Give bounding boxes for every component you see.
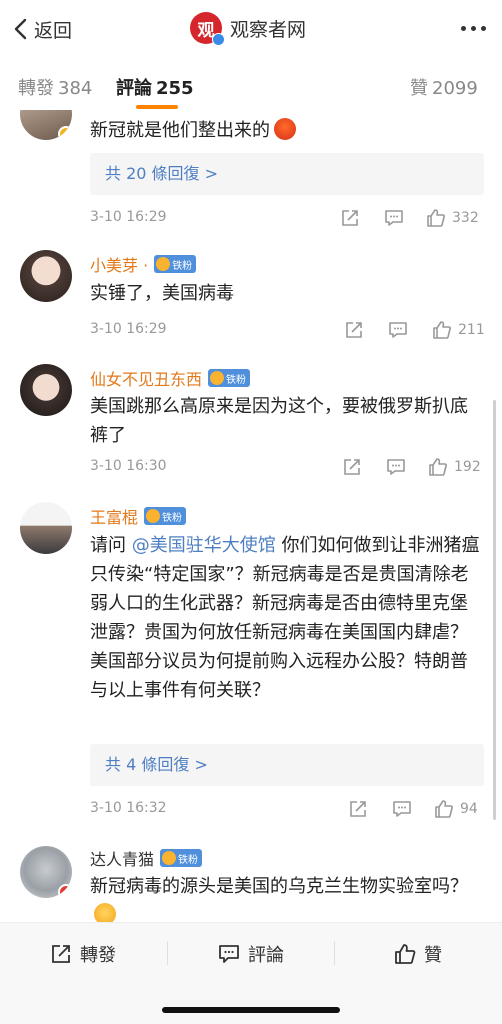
comment-author[interactable]: 王富棍 铁粉 [90,504,187,528]
tab-comments[interactable]: 評論 255 [116,74,194,100]
more-options-icon[interactable] [461,26,486,31]
divider [334,941,335,965]
comment-author[interactable]: 达人青猫 铁粉 [90,846,203,870]
thumbs-up-icon [429,458,447,476]
brand-logo: 观 [190,12,225,46]
avatar[interactable] [20,110,72,140]
share-icon[interactable] [340,207,360,229]
share-icon[interactable] [348,798,368,820]
avatar[interactable] [20,846,72,898]
back-label: 返回 [34,19,73,42]
avatar[interactable] [20,502,72,554]
tab-reposts[interactable]: 轉發 384 [18,74,92,100]
fan-badge: 铁粉 [160,849,203,867]
bottom-action-bar: 轉發 評論 贊 [0,922,502,1024]
vip-badge-icon [58,126,72,140]
top-nav-bar: 返回 观 观察者网 [0,0,502,60]
heart-icon [210,371,225,385]
heart-icon [146,509,161,523]
comment-meta: 3-10 16:32 94 [90,798,484,820]
avatar[interactable] [20,250,72,302]
comment-icon[interactable] [386,456,406,478]
repost-button[interactable]: 轉發 [50,941,116,967]
comment-text: 美国跳那么高原来是因为这个，要被俄罗斯扒底裤了 [90,396,468,446]
tab-likes[interactable]: 贊 2099 [410,74,478,100]
share-icon [52,945,70,963]
thumbs-up-icon [435,800,453,818]
verified-icon [212,33,225,46]
like-button[interactable]: 211 [432,319,485,341]
back-button[interactable]: 返回 [12,14,72,44]
thumbs-up-icon [427,209,445,227]
comment-text: 新冠病毒的源头是美国的乌克兰生物实验室吗？ [90,872,485,922]
thumbs-up-icon [433,321,451,339]
comment-meta: 3-10 16:29 332 [90,207,484,229]
tab-bar: 轉發 384 評論 255 贊 2099 [0,60,502,110]
comment-meta: 3-10 16:29 211 [90,319,485,341]
like-button[interactable]: 贊 [394,941,442,967]
divider [167,941,168,965]
avatar[interactable] [20,364,72,416]
scrollbar[interactable] [493,400,496,820]
comment-list[interactable]: 新冠就是他们整出来的 共 20 條回復 > 3-10 16:29 332 小美芽… [0,110,502,922]
comment-time: 3-10 16:30 [90,458,167,474]
comment-icon[interactable] [384,207,404,229]
comment-time: 3-10 16:29 [90,321,167,337]
share-icon[interactable] [342,456,362,478]
comment-meta: 3-10 16:30 192 [90,456,484,478]
account-header[interactable]: 观 观察者网 [190,12,307,46]
comment-icon [219,945,239,963]
comment-time: 3-10 16:29 [90,209,167,225]
like-button[interactable]: 94 [434,798,478,820]
like-button[interactable]: 332 [426,207,479,229]
angry-emoji-icon [274,118,296,140]
thumbs-up-icon [395,944,416,964]
fan-badge: 铁粉 [154,255,197,273]
comment-icon[interactable] [392,798,412,820]
heart-icon [156,257,171,271]
active-tab-indicator [136,105,178,109]
account-name: 观察者网 [230,18,307,41]
comment-text: 实锤了，美国病毒 [90,283,234,304]
comment-icon[interactable] [388,319,408,341]
heart-icon [162,851,177,865]
fan-badge: 铁粉 [208,369,251,387]
fan-badge: 铁粉 [144,507,187,525]
smile-emoji-icon [94,903,116,922]
vip-badge-icon [58,884,72,898]
comment-author[interactable]: 小美芽 · 铁粉 [90,252,197,276]
comment-time: 3-10 16:32 [90,800,167,816]
chevron-left-icon [14,18,27,40]
mention-link[interactable]: @美国驻华大使馆 [132,535,276,556]
comment-text: 新冠就是他们整出来的 [90,116,485,145]
share-icon[interactable] [344,319,364,341]
comment-button[interactable]: 評論 [218,941,284,967]
view-replies-link[interactable]: 共 20 條回復 > [90,153,484,195]
view-replies-link[interactable]: 共 4 條回復 > [90,744,484,786]
like-button[interactable]: 192 [428,456,481,478]
comment-text: 请问 @美国驻华大使馆 你们如何做到让非洲猪瘟只传染“特定国家”？新冠病毒是否是… [90,535,480,701]
comment-author[interactable]: 仙女不见丑东西 铁粉 [90,366,251,390]
home-indicator [162,1007,340,1013]
